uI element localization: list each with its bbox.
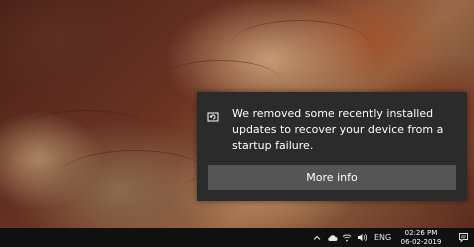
wifi-icon[interactable] xyxy=(342,228,352,247)
chevron-up-icon[interactable] xyxy=(313,228,321,247)
cloud-icon[interactable] xyxy=(327,228,338,247)
update-recovery-icon xyxy=(207,108,219,122)
update-recovery-notification[interactable]: We removed some recently installed updat… xyxy=(197,92,467,201)
notification-message: We removed some recently installed updat… xyxy=(232,107,444,152)
taskbar: ENG 02:26 PM 06-02-2019 xyxy=(0,228,474,247)
clock-time: 02:26 PM xyxy=(404,229,438,237)
wallpaper-texture xyxy=(20,110,150,151)
volume-icon[interactable] xyxy=(357,228,368,247)
more-info-button[interactable]: More info xyxy=(208,165,456,190)
wallpaper-texture xyxy=(230,20,370,71)
language-indicator[interactable]: ENG xyxy=(374,228,391,247)
clock-date: 06-02-2019 xyxy=(400,238,442,246)
clock[interactable]: 02:26 PM 06-02-2019 xyxy=(393,229,449,247)
action-center-icon[interactable] xyxy=(456,230,470,245)
